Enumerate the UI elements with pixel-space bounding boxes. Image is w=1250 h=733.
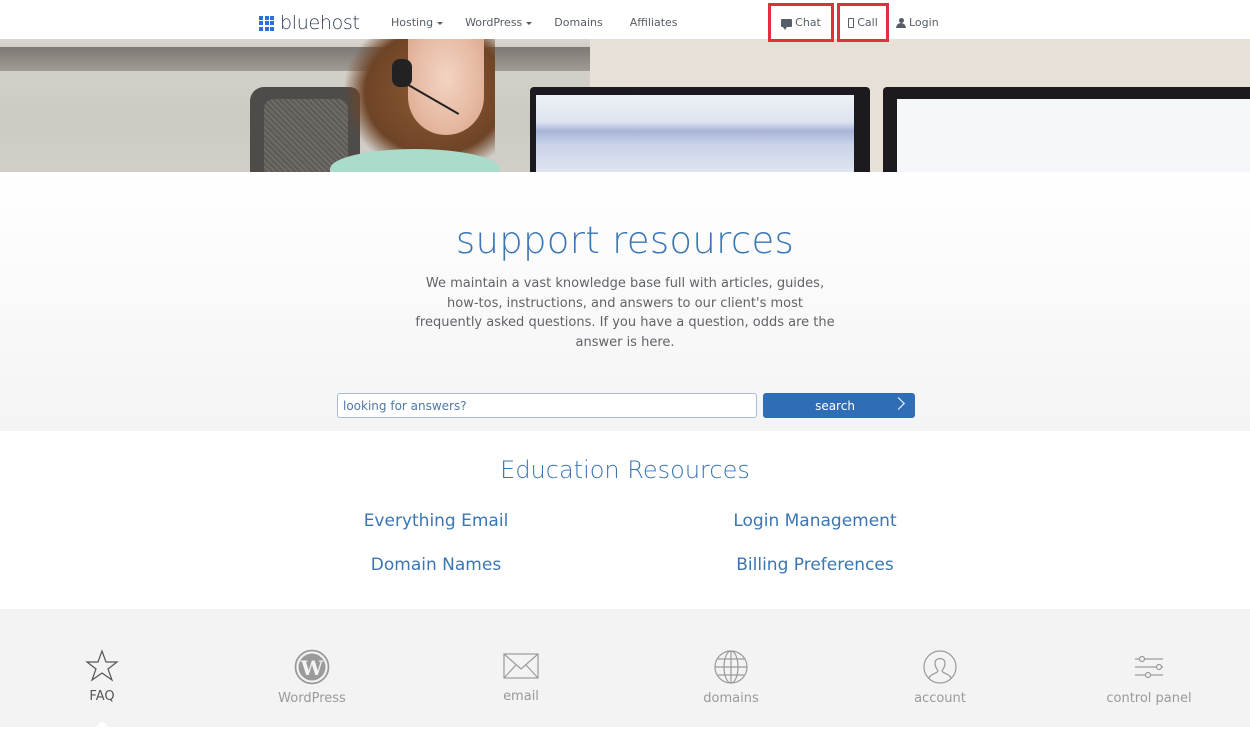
star-icon (85, 649, 119, 682)
sliders-icon (1135, 655, 1163, 679)
link-login-management[interactable]: Login Management (685, 511, 945, 531)
tab-account[interactable]: account (870, 649, 1010, 706)
nav-affiliates[interactable]: Affiliates (630, 16, 678, 29)
main-nav: Hosting WordPress Domains Affiliates (391, 16, 706, 29)
support-resources-section: support resources We maintain a vast kno… (0, 172, 1250, 431)
education-title: Education Resources (500, 456, 750, 484)
tab-account-label: account (914, 691, 966, 706)
tab-email[interactable]: email (451, 649, 591, 704)
tab-domains-label: domains (703, 691, 759, 706)
nav-domains[interactable]: Domains (554, 16, 602, 29)
user-circle-icon (923, 650, 957, 684)
tab-faq[interactable]: FAQ (32, 649, 172, 704)
caret-down-icon (526, 21, 533, 25)
nav-hosting-label: Hosting (391, 16, 434, 29)
globe-icon (714, 650, 748, 684)
link-domain-names[interactable]: Domain Names (306, 555, 566, 575)
wordpress-icon: W (294, 649, 330, 685)
call-button[interactable]: Call (837, 3, 889, 42)
category-tabs: FAQ W WordPress email domains account co… (0, 609, 1250, 727)
top-nav-bar: bluehost Hosting WordPress Domains Affil… (0, 0, 1250, 42)
nav-wordpress[interactable]: WordPress (465, 16, 533, 29)
chat-label: Chat (795, 16, 821, 29)
nav-domains-label: Domains (554, 16, 603, 29)
hero-banner-image (0, 39, 1250, 172)
tab-control-panel[interactable]: control panel (1079, 649, 1219, 706)
svg-text:W: W (300, 656, 324, 680)
search-button-label: search (815, 398, 855, 413)
tab-wordpress[interactable]: W WordPress (242, 649, 382, 706)
tab-domains[interactable]: domains (661, 649, 801, 706)
chat-bubble-icon (781, 18, 793, 30)
nav-wordpress-label: WordPress (465, 16, 523, 29)
call-label: Call (857, 16, 878, 29)
tab-email-label: email (503, 689, 539, 704)
search-button[interactable]: search (763, 393, 915, 418)
login-label: Login (909, 16, 939, 29)
user-icon (896, 17, 906, 28)
login-button[interactable]: Login (896, 3, 939, 42)
chat-button[interactable]: Chat (768, 3, 834, 42)
envelope-icon (503, 653, 539, 679)
bluehost-logo[interactable]: bluehost (259, 12, 360, 34)
tab-faq-label: FAQ (89, 689, 115, 704)
mobile-phone-icon (848, 17, 855, 28)
logo-grid-icon (259, 15, 274, 31)
chevron-right-icon (892, 397, 905, 410)
logo-text: bluehost (280, 12, 360, 34)
nav-hosting[interactable]: Hosting (391, 16, 444, 29)
support-description: We maintain a vast knowledge base full w… (415, 276, 835, 350)
nav-affiliates-label: Affiliates (629, 16, 678, 29)
link-everything-email[interactable]: Everything Email (306, 511, 566, 531)
page-title: support resources (455, 219, 795, 262)
tab-wordpress-label: WordPress (278, 691, 346, 706)
education-resources-section: Education Resources Everything Email Log… (0, 431, 1250, 609)
link-billing-preferences[interactable]: Billing Preferences (685, 555, 945, 575)
search-input[interactable] (337, 393, 757, 418)
caret-down-icon (437, 21, 444, 25)
tab-control-panel-label: control panel (1106, 691, 1192, 706)
